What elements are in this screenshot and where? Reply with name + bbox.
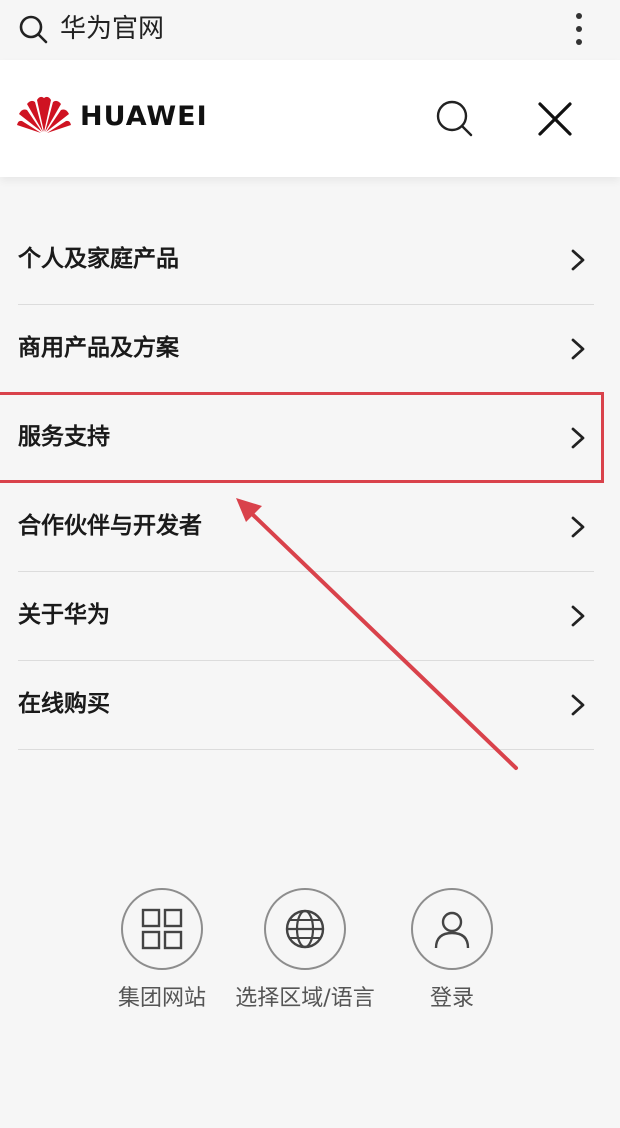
address-search-text[interactable]: 华为官网 (60, 12, 164, 46)
circle-button[interactable] (121, 888, 203, 970)
menu-item-business-solutions[interactable]: 商用产品及方案 (18, 305, 594, 394)
chevron-right-icon (571, 605, 585, 627)
menu-item-service-support[interactable]: 服务支持 (18, 394, 594, 483)
menu-item-partners-developers[interactable]: 合作伙伴与开发者 (18, 483, 594, 572)
quick-link-label: 选择区域/语言 (235, 986, 375, 1011)
grid-icon (141, 908, 183, 950)
user-icon (434, 911, 470, 949)
menu-item-personal-home-products[interactable]: 个人及家庭产品 (18, 216, 594, 305)
brand-name[interactable]: HUAWEI (80, 100, 208, 134)
chevron-right-icon (571, 427, 585, 449)
menu-item-label: 个人及家庭产品 (18, 246, 179, 272)
quick-link-group-site[interactable]: 集团网站 (100, 888, 224, 1014)
site-search-icon[interactable] (434, 98, 474, 138)
chevron-right-icon (571, 694, 585, 716)
circle-button[interactable] (264, 888, 346, 970)
chevron-right-icon (571, 338, 585, 360)
globe-icon (285, 909, 325, 949)
search-icon[interactable] (18, 14, 48, 44)
browser-top-bar: 华为官网 (0, 0, 620, 60)
menu-item-label: 合作伙伴与开发者 (18, 513, 202, 539)
menu-item-about-huawei[interactable]: 关于华为 (18, 572, 594, 661)
menu-item-label: 在线购买 (18, 691, 110, 717)
main-menu: 个人及家庭产品 商用产品及方案 服务支持 合作伙伴与开发者 关于华为 在线购买 (0, 216, 620, 750)
huawei-logo-icon[interactable] (16, 94, 72, 134)
quick-link-region-language[interactable]: 选择区域/语言 (234, 888, 376, 1014)
site-header: HUAWEI (0, 60, 620, 177)
quick-link-login[interactable]: 登录 (394, 888, 510, 1014)
circle-button[interactable] (411, 888, 493, 970)
more-options-icon[interactable] (566, 10, 592, 50)
menu-item-buy-online[interactable]: 在线购买 (18, 661, 594, 750)
menu-item-label: 服务支持 (18, 424, 110, 450)
chevron-right-icon (571, 249, 585, 271)
quick-link-label: 登录 (429, 986, 474, 1011)
menu-item-label: 商用产品及方案 (18, 335, 179, 361)
chevron-right-icon (571, 516, 585, 538)
menu-item-label: 关于华为 (18, 602, 110, 628)
quick-link-label: 集团网站 (117, 986, 206, 1011)
close-icon[interactable] (536, 100, 574, 138)
